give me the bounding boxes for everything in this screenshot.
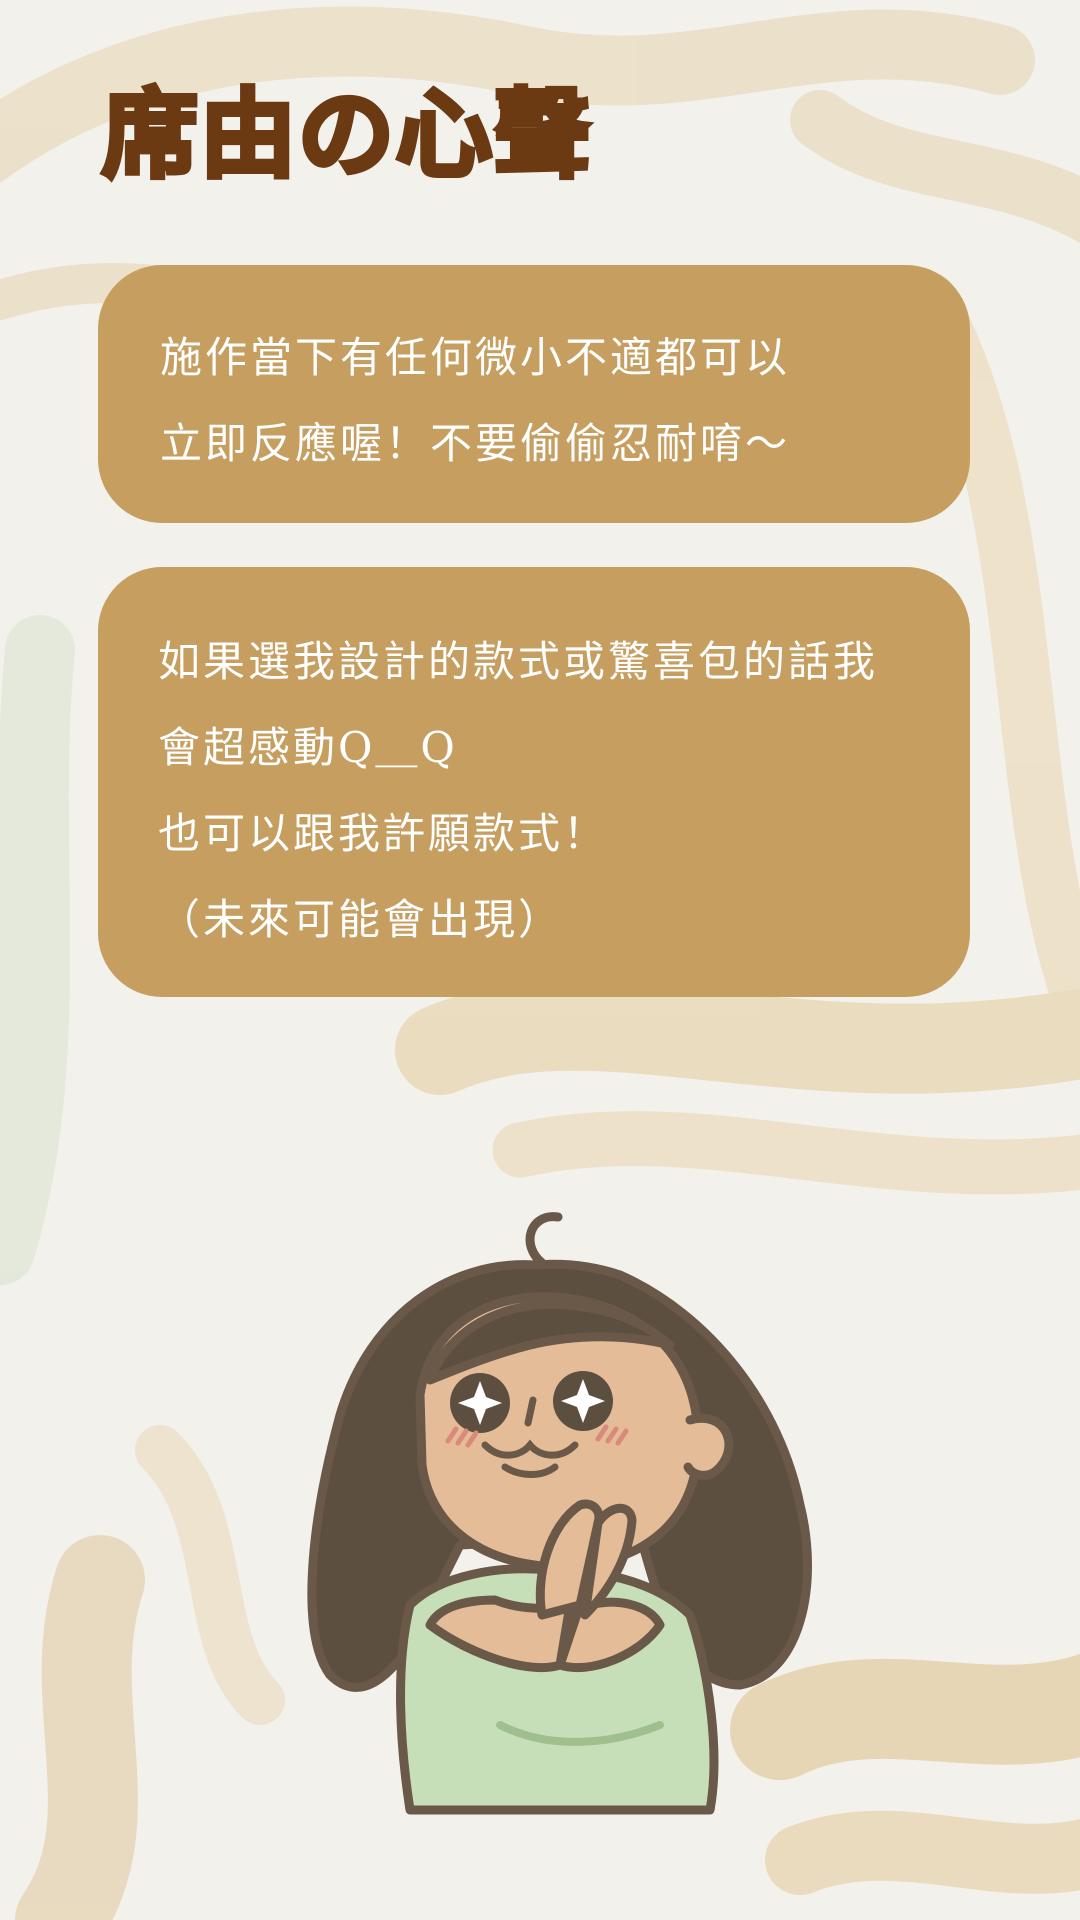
bubble-2-line-3: 也可以跟我許願款式！ <box>158 809 609 858</box>
message-bubble-2: 如果選我設計的款式或驚喜包的話我 會超感動Q＿Q 也可以跟我許願款式！ （未來可… <box>98 567 970 997</box>
message-bubble-1: 施作當下有任何微小不適都可以 立即反應喔！不要偷偷忍耐唷～ <box>98 265 970 523</box>
bubble-2-line-1: 如果選我設計的款式或驚喜包的話我 <box>158 637 879 686</box>
bubble-2-line-2: 會超感動Q＿Q <box>158 723 458 772</box>
bubble-1-line-1: 施作當下有任何微小不適都可以 <box>160 333 791 382</box>
girl-character-illustration <box>307 1212 812 1815</box>
bubble-1-line-2: 立即反應喔！不要偷偷忍耐唷～ <box>160 419 791 468</box>
bubble-2-line-4: （未來可能會出現） <box>158 895 564 944</box>
page-title: 席由の心聲 <box>100 78 593 193</box>
